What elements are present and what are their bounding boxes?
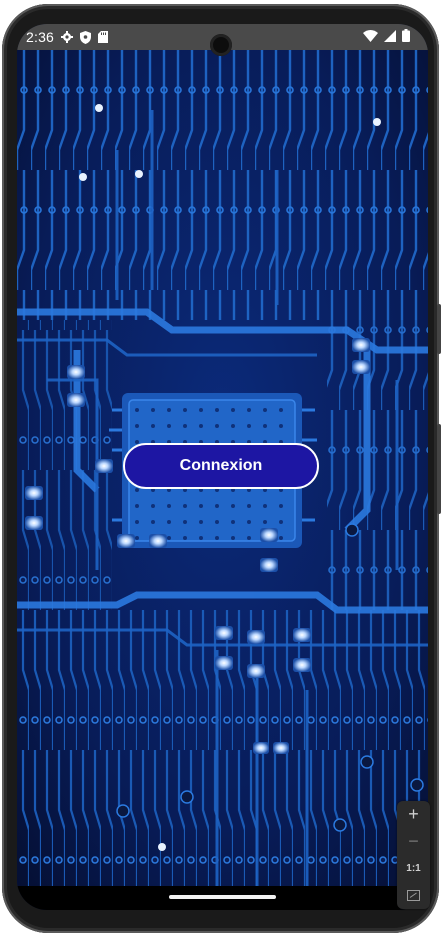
power-button [437, 424, 441, 514]
volume-button [437, 304, 441, 354]
phone-screen: 2:36 Connexion [17, 24, 428, 910]
gear-icon [61, 31, 74, 43]
zoom-in-button[interactable]: + [397, 801, 430, 828]
wifi-icon [363, 29, 378, 42]
sd-card-icon [98, 31, 109, 43]
navigation-bar [17, 886, 428, 910]
home-indicator[interactable] [169, 895, 276, 899]
front-camera [210, 34, 232, 56]
phone-frame: 2:36 Connexion [2, 4, 441, 933]
fit-screen-button[interactable] [397, 882, 430, 909]
shield-icon [80, 30, 92, 44]
emulator-zoom-controls: + − 1:1 [397, 801, 430, 909]
battery-icon [402, 29, 410, 42]
status-time: 2:36 [26, 29, 55, 45]
zoom-out-button[interactable]: − [397, 828, 430, 855]
actual-size-button[interactable]: 1:1 [397, 855, 430, 882]
fit-screen-icon [407, 890, 420, 901]
login-button[interactable]: Connexion [123, 443, 319, 489]
signal-icon [384, 29, 396, 42]
